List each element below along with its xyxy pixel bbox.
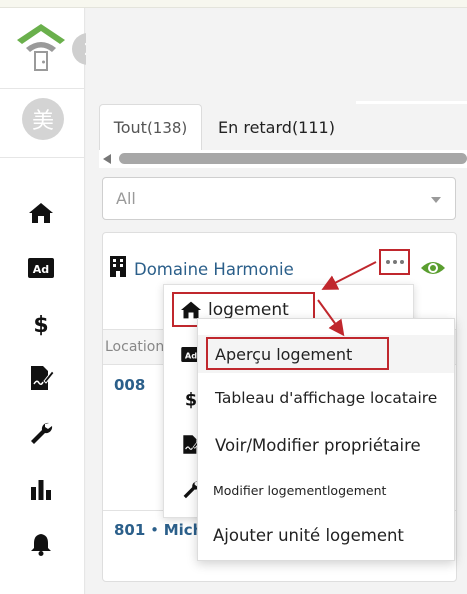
menu-item-voir-modifier-proprietaire[interactable]: Voir/Modifier propriétaire bbox=[198, 426, 454, 464]
menu-item-tableau-affichage[interactable]: Tableau d'affichage locataire bbox=[198, 380, 454, 416]
tab-late-label: En retard bbox=[218, 117, 292, 137]
scroll-left-arrow-icon[interactable] bbox=[103, 154, 111, 164]
home-icon[interactable] bbox=[27, 199, 55, 227]
building-icon bbox=[109, 255, 127, 281]
dot bbox=[399, 260, 404, 264]
svg-text:Ad: Ad bbox=[185, 350, 197, 360]
menu-item-logement-label: logement bbox=[208, 299, 289, 320]
svg-text:$: $ bbox=[185, 390, 197, 410]
avatar[interactable]: 美 bbox=[22, 98, 64, 140]
filter-select-value: All bbox=[116, 189, 136, 208]
tab-all[interactable]: Tout (138) bbox=[99, 104, 202, 150]
dot bbox=[385, 260, 390, 264]
header-line bbox=[356, 101, 467, 104]
bar-chart-icon[interactable] bbox=[27, 475, 55, 503]
sidebar bbox=[0, 8, 85, 594]
table-row[interactable]: 801 • Mich bbox=[114, 521, 203, 539]
tab-all-count: (138) bbox=[146, 118, 188, 137]
chevron-down-icon bbox=[431, 197, 441, 203]
home-icon bbox=[181, 301, 201, 318]
dot bbox=[392, 260, 397, 264]
tab-late-count: (111) bbox=[291, 117, 335, 137]
dollar-icon[interactable]: $ bbox=[27, 310, 55, 338]
row-separator: • bbox=[145, 521, 164, 539]
eye-icon[interactable] bbox=[420, 257, 446, 283]
menu-item-ajouter-unite[interactable]: Ajouter unité logement bbox=[198, 516, 454, 554]
bell-icon[interactable] bbox=[27, 530, 55, 558]
building-name-link[interactable]: Domaine Harmonie bbox=[134, 260, 294, 279]
unit-number: 801 bbox=[114, 521, 146, 539]
contract-icon[interactable] bbox=[27, 364, 55, 392]
menu-item-tableau-label: Tableau d'affichage locataire bbox=[215, 389, 438, 407]
sidebar-divider bbox=[0, 88, 85, 89]
more-options-button[interactable] bbox=[379, 249, 410, 275]
filter-select[interactable]: All bbox=[102, 177, 456, 220]
menu-item-modifier-label: Modifier logementlogement bbox=[213, 482, 387, 498]
tab-all-label: Tout bbox=[113, 118, 147, 137]
menu-item-ajouter-label: Ajouter unité logement bbox=[213, 525, 404, 545]
menu-item-modifier-logement[interactable]: Modifier logementlogement bbox=[198, 475, 454, 505]
wrench-icon[interactable] bbox=[27, 419, 55, 447]
svg-text:Ad: Ad bbox=[33, 263, 49, 276]
scrollbar-thumb[interactable] bbox=[119, 153, 467, 164]
top-strip bbox=[0, 0, 467, 8]
tab-late[interactable]: En retard (111) bbox=[208, 104, 358, 150]
sidebar-divider bbox=[0, 157, 85, 158]
unit-link[interactable]: 008 bbox=[114, 376, 145, 394]
menu-item-proprietaire-label: Voir/Modifier propriétaire bbox=[215, 435, 421, 455]
logo-icon bbox=[15, 18, 67, 74]
highlight-box-apercu bbox=[206, 337, 389, 370]
svg-text:$: $ bbox=[33, 313, 48, 337]
ad-icon[interactable]: Ad bbox=[27, 254, 55, 282]
